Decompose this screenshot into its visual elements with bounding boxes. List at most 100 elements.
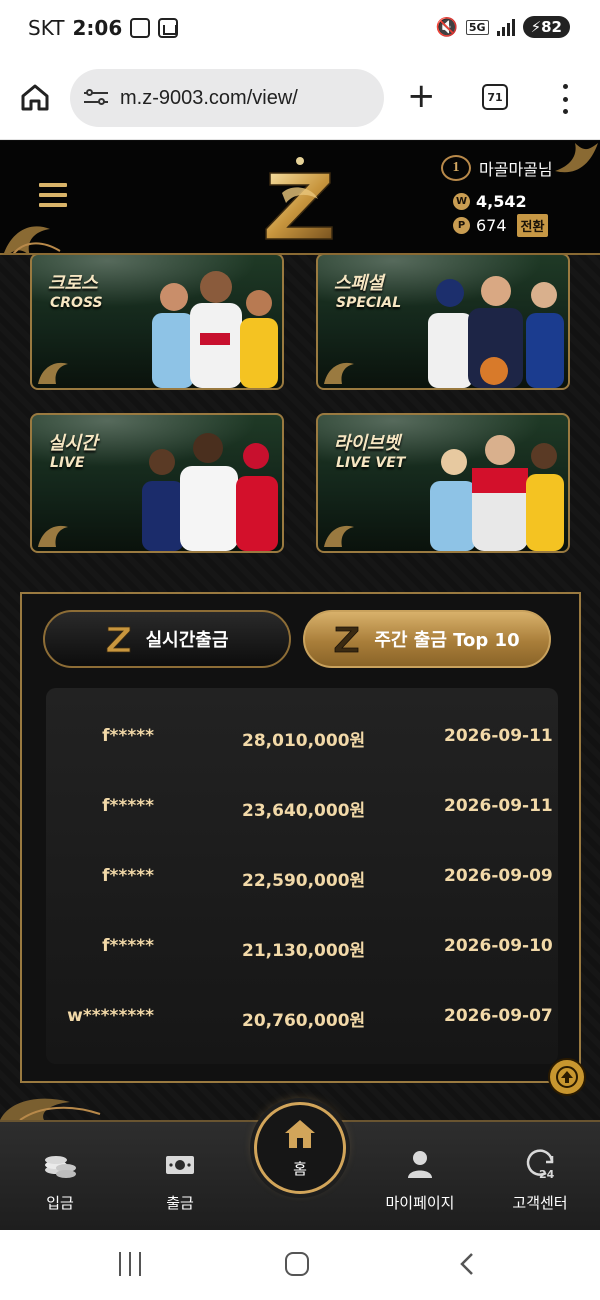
- back-icon[interactable]: [456, 1252, 480, 1276]
- bottom-navigation: 입금 출금 홈 마이페이지 24 고객센터: [0, 1102, 600, 1230]
- browser-toolbar: m.z-9003.com/view/ + 71: [0, 60, 600, 140]
- z-logo-icon: [106, 626, 130, 653]
- row-date: 2026-09-07: [444, 1006, 553, 1026]
- more-menu-icon[interactable]: [560, 84, 570, 114]
- network-type: 5G: [465, 19, 489, 35]
- user-icon: [408, 1151, 432, 1178]
- username: 마골마골님: [479, 160, 553, 179]
- card-ornament-icon: [38, 362, 68, 384]
- arrow-up-icon: [556, 1066, 578, 1088]
- withdrawal-list: f***** 28,010,000원 2026-09-11 f***** 23,…: [46, 688, 558, 1064]
- new-tab-icon[interactable]: +: [407, 78, 436, 114]
- ornament-left-icon: [4, 226, 61, 253]
- support-24h-icon: 24: [526, 1149, 555, 1180]
- system-navigation-bar: [0, 1230, 600, 1300]
- tab-label: 실시간출금: [145, 630, 229, 651]
- table-row: f***** 22,590,000원 2026-09-09: [46, 858, 558, 898]
- cash-icon: [166, 1156, 194, 1174]
- cross-game-card[interactable]: 크로스 CROSS: [30, 255, 284, 390]
- nav-label: 고객센터: [512, 1194, 568, 1212]
- row-user: f*****: [102, 936, 154, 956]
- row-user: f*****: [102, 866, 154, 886]
- smart-home-icon: [158, 18, 179, 38]
- url-text: m.z-9003.com/view/: [120, 86, 298, 109]
- row-amount: 22,590,000원: [242, 871, 366, 891]
- card-title: 스페셜: [334, 273, 384, 294]
- convert-button[interactable]: 전환: [516, 213, 549, 237]
- point-coin-icon: P: [453, 216, 470, 234]
- level-badge: 1: [441, 155, 471, 181]
- card-title: 라이브벳: [334, 433, 401, 454]
- card-subtitle: LIVE: [50, 455, 85, 471]
- nav-label: 출금: [166, 1194, 194, 1212]
- tab-label: 주간 출금 Top 10: [374, 630, 520, 651]
- site-settings-icon[interactable]: [84, 88, 108, 108]
- battery-level: 82: [541, 18, 562, 36]
- screenshot-icon: [130, 18, 151, 38]
- row-date: 2026-09-10: [444, 936, 553, 956]
- players-illustration: [142, 433, 278, 551]
- scroll-to-top-button[interactable]: [548, 1058, 586, 1096]
- card-subtitle: CROSS: [50, 295, 103, 311]
- row-amount: 20,760,000원: [242, 1011, 366, 1031]
- coins-icon: [45, 1156, 76, 1178]
- row-date: 2026-09-09: [444, 866, 553, 886]
- livebet-game-card[interactable]: 라이브벳 LIVE VET: [316, 413, 570, 553]
- card-ornament-icon: [38, 525, 68, 547]
- card-ornament-icon: [324, 362, 354, 384]
- special-game-card[interactable]: 스페셜 SPECIAL: [316, 255, 570, 390]
- nav-support[interactable]: 24 고객센터: [480, 1148, 600, 1213]
- row-user: f*****: [102, 726, 154, 746]
- tab-realtime-withdrawal[interactable]: 실시간출금: [43, 610, 291, 668]
- nav-label: 입금: [46, 1194, 74, 1212]
- point-balance: 674: [476, 215, 507, 235]
- players-illustration: [152, 271, 278, 388]
- nav-withdraw[interactable]: 출금: [120, 1148, 240, 1213]
- site-logo[interactable]: [262, 153, 338, 245]
- carrier-label: SKT: [28, 16, 65, 40]
- main-content: 크로스 CROSS 스페셜 SPECIAL 실시간 LIVE 라이브벳 LIVE…: [0, 255, 600, 1120]
- row-date: 2026-09-11: [444, 726, 553, 746]
- tab-weekly-top10[interactable]: 주간 출금 Top 10: [303, 610, 551, 668]
- nav-label: 마이페이지: [385, 1194, 455, 1212]
- system-home-icon[interactable]: [285, 1252, 309, 1276]
- row-user: f*****: [102, 796, 154, 816]
- row-amount: 28,010,000원: [242, 731, 366, 751]
- recents-icon[interactable]: [119, 1252, 141, 1276]
- card-subtitle: LIVE VET: [336, 455, 406, 471]
- players-illustration: [428, 276, 564, 388]
- live-game-card[interactable]: 실시간 LIVE: [30, 413, 284, 553]
- house-icon: [285, 1119, 315, 1148]
- mute-icon: 🔇: [435, 16, 458, 38]
- row-date: 2026-09-11: [444, 796, 553, 816]
- z-logo-icon: [334, 626, 359, 653]
- hamburger-menu-icon[interactable]: [39, 183, 67, 207]
- row-user: w********: [67, 1006, 154, 1026]
- user-info: 1 마골마골님 W 4,542 P 674 전환: [441, 155, 566, 237]
- nav-mypage[interactable]: 마이페이지: [360, 1148, 480, 1213]
- tab-switcher-button[interactable]: 71: [482, 84, 508, 110]
- money-coin-icon: W: [453, 192, 470, 210]
- site-header: 1 마골마골님 W 4,542 P 674 전환: [0, 141, 600, 255]
- table-row: f***** 23,640,000원 2026-09-11: [46, 788, 558, 828]
- nav-label: 홈: [293, 1159, 307, 1178]
- status-bar: SKT 2:06 🔇 5G ⚡82: [0, 0, 600, 60]
- tab-count: 71: [487, 90, 503, 104]
- card-subtitle: SPECIAL: [336, 295, 402, 311]
- row-amount: 23,640,000원: [242, 801, 366, 821]
- footer-ornament-icon: [0, 1098, 101, 1120]
- money-balance: 4,542: [476, 191, 527, 211]
- withdrawal-panel: 실시간출금 주간 출금 Top 10 f***** 28,010,000원 20…: [20, 592, 581, 1083]
- card-ornament-icon: [324, 525, 354, 547]
- home-icon[interactable]: [20, 82, 50, 112]
- card-title: 크로스: [48, 273, 98, 294]
- nav-home-button[interactable]: 홈: [254, 1102, 346, 1194]
- address-bar[interactable]: m.z-9003.com/view/: [70, 69, 384, 127]
- table-row: f***** 21,130,000원 2026-09-10: [46, 928, 558, 968]
- signal-icon: [496, 18, 515, 36]
- table-row: w******** 20,760,000원 2026-09-07: [46, 998, 558, 1038]
- card-title: 실시간: [48, 433, 98, 454]
- players-illustration: [430, 435, 564, 551]
- row-amount: 21,130,000원: [242, 941, 366, 961]
- nav-deposit[interactable]: 입금: [0, 1148, 120, 1213]
